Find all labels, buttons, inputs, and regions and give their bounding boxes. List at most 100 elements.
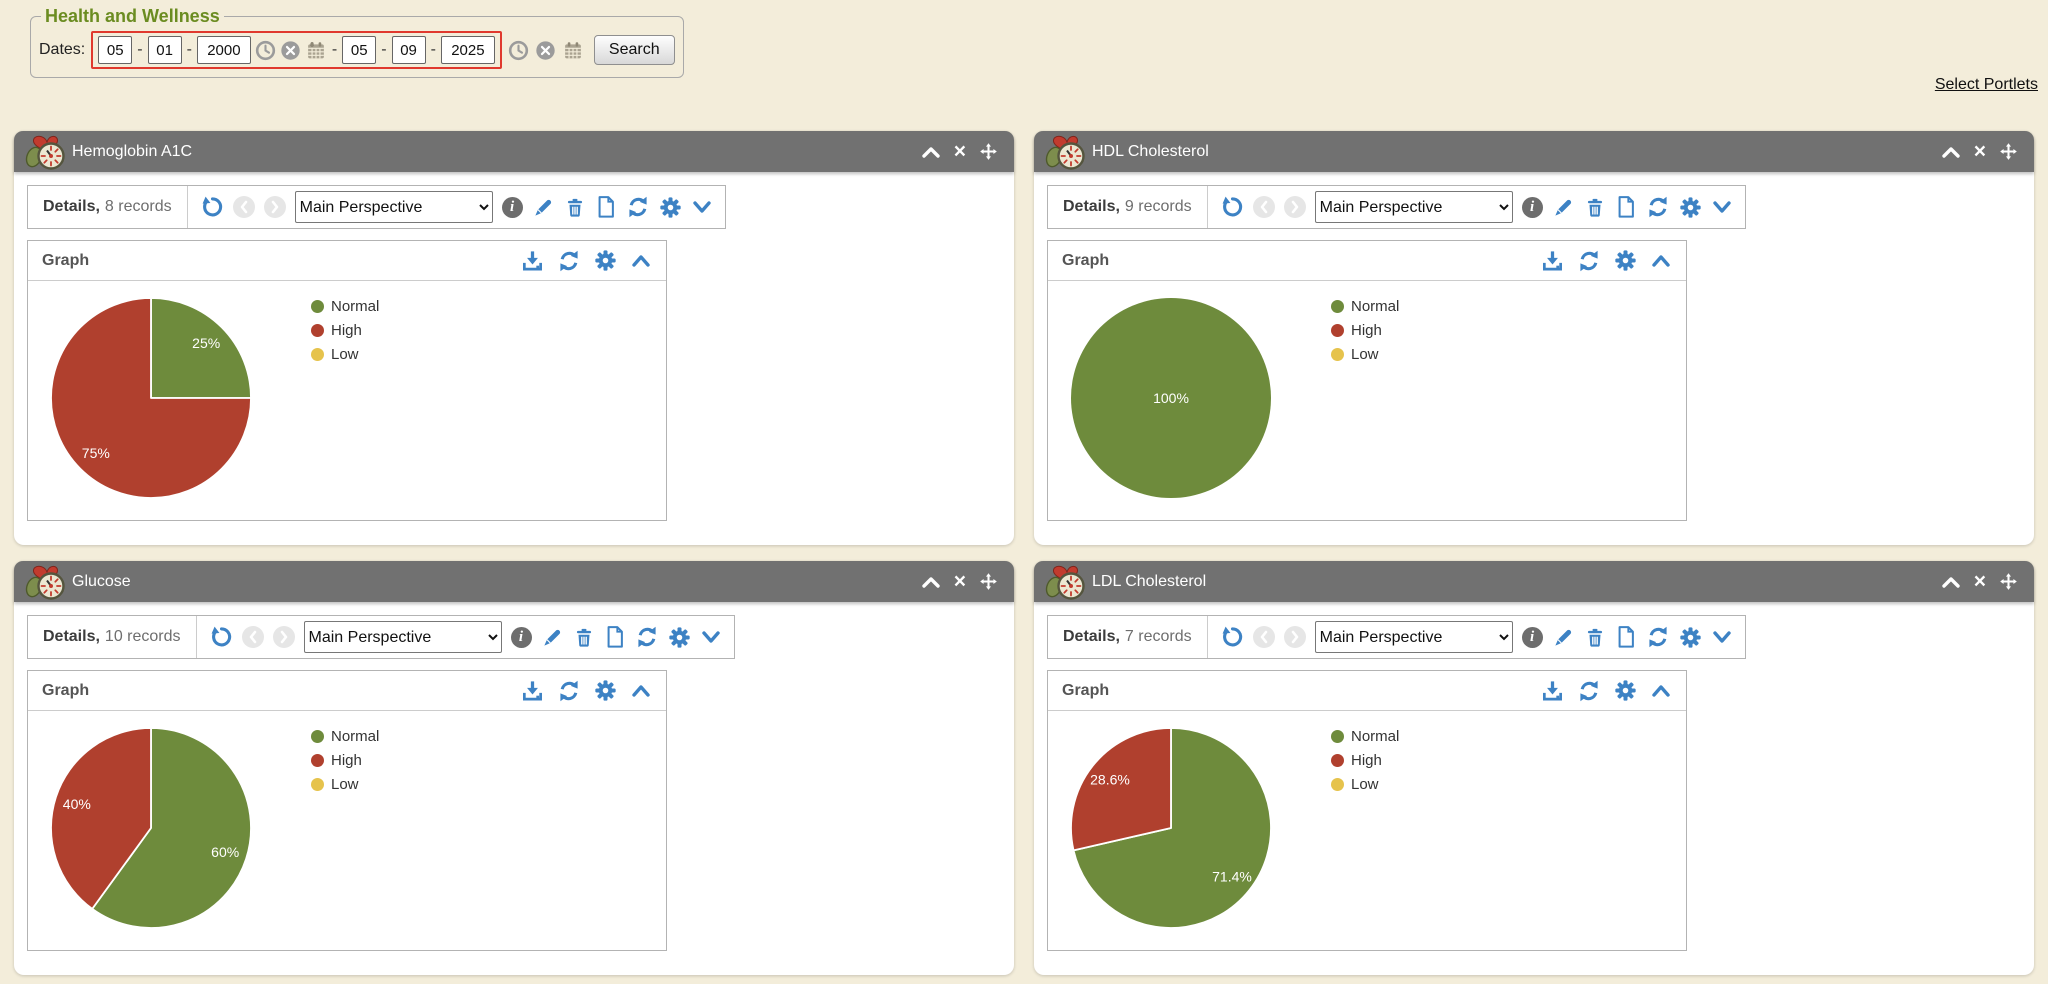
graph-refresh-icon[interactable] [557,249,581,273]
perspective-select[interactable]: Main Perspective [1315,191,1513,223]
portlet-header: LDL Cholesterol × [1034,561,2034,602]
perspective-select[interactable]: Main Perspective [304,621,502,653]
legend-item: Low [311,776,379,793]
calendar-icon[interactable] [562,40,584,61]
date-from-day-input[interactable] [148,36,182,64]
move-portlet-icon[interactable] [1999,142,2018,161]
next-icon[interactable] [1284,626,1306,648]
undo-icon[interactable] [1220,195,1244,219]
collapse-graph-icon[interactable] [1650,252,1672,270]
collapse-portlet-icon[interactable] [1941,574,1961,590]
graph-refresh-icon[interactable] [1577,249,1601,273]
calendar-icon[interactable] [305,40,327,61]
edit-icon[interactable] [541,626,564,649]
refresh-icon[interactable] [626,195,650,219]
graph-settings-icon[interactable] [1614,679,1637,702]
blood-pressure-gauge-icon [1043,126,1089,177]
details-bar: Details, 7 records Main Perspective [1047,615,1746,659]
legend-swatch-low [311,778,324,791]
info-icon[interactable]: i [511,627,532,648]
delete-icon[interactable] [573,626,595,649]
legend-label: Normal [331,728,379,745]
new-document-icon[interactable] [595,195,617,219]
clock-icon[interactable] [255,40,276,61]
refresh-icon[interactable] [635,625,659,649]
close-portlet-icon[interactable]: × [954,141,966,162]
new-document-icon[interactable] [604,625,626,649]
legend-label: Low [331,346,359,363]
new-document-icon[interactable] [1615,195,1637,219]
next-icon[interactable] [1284,196,1306,218]
next-icon[interactable] [264,196,286,218]
delete-icon[interactable] [1584,626,1606,649]
close-portlet-icon[interactable]: × [1974,571,1986,592]
select-portlets-link[interactable]: Select Portlets [1935,76,2038,94]
previous-icon[interactable] [1253,626,1275,648]
settings-icon[interactable] [659,196,682,219]
expand-details-icon[interactable] [700,628,722,646]
close-portlet-icon[interactable]: × [1974,141,1986,162]
info-icon[interactable]: i [1522,627,1543,648]
clear-date-icon[interactable] [535,40,556,61]
graph-refresh-icon[interactable] [1577,679,1601,703]
expand-details-icon[interactable] [1711,628,1733,646]
graph-refresh-icon[interactable] [557,679,581,703]
move-portlet-icon[interactable] [979,572,998,591]
settings-icon[interactable] [1679,196,1702,219]
date-from-month-input[interactable] [98,36,132,64]
download-icon[interactable] [1541,249,1564,272]
download-icon[interactable] [1541,679,1564,702]
close-portlet-icon[interactable]: × [954,571,966,592]
collapse-graph-icon[interactable] [630,252,652,270]
blood-pressure-gauge-icon [23,126,69,177]
previous-icon[interactable] [1253,196,1275,218]
collapse-portlet-icon[interactable] [921,144,941,160]
expand-details-icon[interactable] [1711,198,1733,216]
collapse-graph-icon[interactable] [630,682,652,700]
collapse-portlet-icon[interactable] [1941,144,1961,160]
perspective-select[interactable]: Main Perspective [1315,621,1513,653]
download-icon[interactable] [521,679,544,702]
info-icon[interactable]: i [502,197,523,218]
next-icon[interactable] [273,626,295,648]
perspective-select[interactable]: Main Perspective [295,191,493,223]
edit-icon[interactable] [532,196,555,219]
date-from-year-input[interactable] [197,36,251,64]
move-portlet-icon[interactable] [979,142,998,161]
move-portlet-icon[interactable] [1999,572,2018,591]
clock-icon[interactable] [508,40,529,61]
expand-details-icon[interactable] [691,198,713,216]
undo-icon[interactable] [200,195,224,219]
settings-icon[interactable] [1679,626,1702,649]
undo-icon[interactable] [209,625,233,649]
graph-settings-icon[interactable] [594,249,617,272]
previous-icon[interactable] [233,196,255,218]
collapse-portlet-icon[interactable] [921,574,941,590]
date-to-month-input[interactable] [342,36,376,64]
graph-settings-icon[interactable] [594,679,617,702]
details-bar: Details, 10 records Main Perspective [27,615,735,659]
previous-icon[interactable] [242,626,264,648]
undo-icon[interactable] [1220,625,1244,649]
download-icon[interactable] [521,249,544,272]
edit-icon[interactable] [1552,626,1575,649]
settings-icon[interactable] [668,626,691,649]
graph-settings-icon[interactable] [1614,249,1637,272]
date-to-year-input[interactable] [441,36,495,64]
search-button[interactable]: Search [594,35,675,65]
date-to-day-input[interactable] [392,36,426,64]
collapse-graph-icon[interactable] [1650,682,1672,700]
info-icon[interactable]: i [1522,197,1543,218]
delete-icon[interactable] [564,196,586,219]
refresh-icon[interactable] [1646,195,1670,219]
new-document-icon[interactable] [1615,625,1637,649]
edit-icon[interactable] [1552,196,1575,219]
portlet: LDL Cholesterol × Details, 7 records [1034,561,2034,975]
clear-date-icon[interactable] [280,40,301,61]
refresh-icon[interactable] [1646,625,1670,649]
legend-label: High [1351,322,1382,339]
legend-swatch-normal [1331,300,1344,313]
delete-icon[interactable] [1584,196,1606,219]
details-label: Details, [1063,628,1120,646]
portlet-title: LDL Cholesterol [1092,573,1206,591]
